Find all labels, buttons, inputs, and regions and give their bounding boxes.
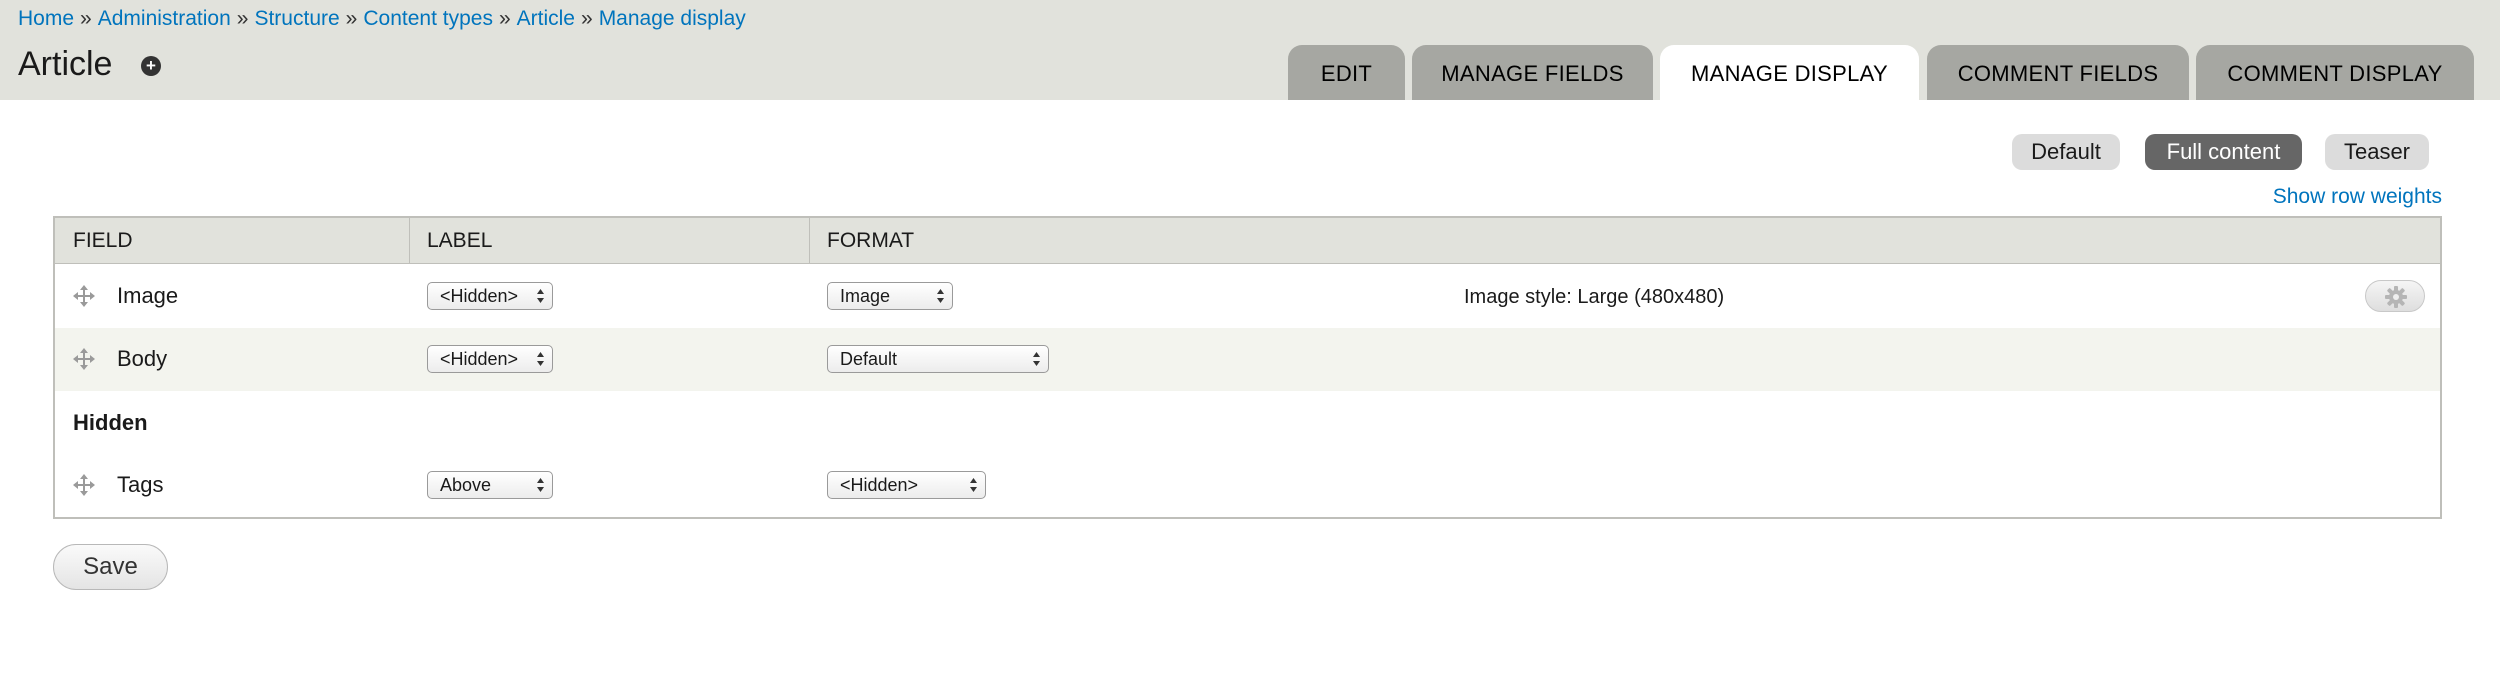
field-name: Body (117, 346, 168, 371)
label-select[interactable]: Above (427, 471, 553, 499)
tab-comment-display[interactable]: COMMENT DISPLAY (2196, 45, 2474, 100)
field-name: Tags (117, 472, 164, 497)
select-value: <Hidden> (440, 286, 519, 306)
breadcrumb-separator: » (498, 7, 511, 30)
select-value: Default (840, 349, 898, 369)
breadcrumb-separator: » (80, 7, 92, 30)
tab-edit[interactable]: EDIT (1288, 45, 1405, 100)
drag-handle-icon[interactable] (73, 348, 95, 370)
breadcrumb-separator: » (345, 7, 358, 30)
select-value: <Hidden> (440, 349, 519, 369)
format-select[interactable]: Default (827, 345, 1049, 373)
page-header: Home» Administration» Structure» Content ty… (0, 0, 2500, 100)
select-arrows-icon (537, 478, 544, 492)
select-value: <Hidden> (840, 475, 919, 495)
breadcrumb-administration[interactable]: Administration (98, 7, 231, 30)
select-value: Above (440, 475, 492, 495)
gear-icon (2385, 286, 2407, 308)
view-mode-teaser[interactable]: Teaser (2325, 134, 2429, 170)
breadcrumb: Home» Administration» Structure» Content ty… (18, 7, 746, 31)
drag-handle-icon[interactable] (73, 285, 95, 307)
select-arrows-icon (537, 289, 544, 303)
column-header-field: FIELD (73, 229, 133, 252)
column-divider (409, 218, 410, 264)
drag-handle-icon[interactable] (73, 474, 95, 496)
view-mode-default[interactable]: Default (2012, 134, 2120, 170)
breadcrumb-article[interactable]: Article (517, 7, 575, 30)
breadcrumb-home[interactable]: Home (18, 7, 74, 30)
select-value: Image (840, 286, 891, 306)
select-arrows-icon (970, 478, 977, 492)
breadcrumb-separator: » (236, 7, 249, 30)
table-row: Image <Hidden> Image Image style: Large … (55, 265, 2440, 328)
select-arrows-icon (937, 289, 944, 303)
page-title: Article (18, 45, 113, 83)
region-row-hidden: Hidden (55, 391, 2440, 454)
region-title-hidden: Hidden (73, 410, 148, 435)
column-header-label: LABEL (427, 229, 493, 252)
format-summary: Image style: Large (480x480) (1464, 286, 1725, 308)
breadcrumb-structure[interactable]: Structure (254, 7, 339, 30)
tab-manage-fields[interactable]: MANAGE FIELDS (1412, 45, 1653, 100)
breadcrumb-separator: » (581, 7, 593, 30)
format-select[interactable]: <Hidden> (827, 471, 986, 499)
plus-circle-icon[interactable]: + (141, 56, 161, 76)
select-arrows-icon (537, 352, 544, 366)
label-select[interactable]: <Hidden> (427, 345, 553, 373)
tab-comment-fields[interactable]: COMMENT FIELDS (1927, 45, 2189, 100)
table-header: FIELD LABEL FORMAT (55, 218, 2440, 264)
format-select[interactable]: Image (827, 282, 953, 310)
show-row-weights-link[interactable]: Show row weights (2273, 185, 2442, 209)
field-display-table: FIELD LABEL FORMAT Image <Hidden> Image … (53, 216, 2442, 519)
select-arrows-icon (1033, 352, 1040, 366)
table-row: Tags Above <Hidden> (55, 454, 2440, 517)
save-button[interactable]: Save (53, 544, 168, 590)
table-row: Body <Hidden> Default (55, 328, 2440, 391)
label-select[interactable]: <Hidden> (427, 282, 553, 310)
column-header-format: FORMAT (827, 229, 915, 252)
breadcrumb-manage-display[interactable]: Manage display (599, 7, 746, 30)
view-mode-full-content[interactable]: Full content (2145, 134, 2302, 170)
tab-manage-display[interactable]: MANAGE DISPLAY (1660, 45, 1919, 100)
format-settings-button[interactable] (2365, 280, 2425, 312)
column-divider (809, 218, 810, 264)
field-name: Image (117, 283, 179, 308)
breadcrumb-content-types[interactable]: Content types (363, 7, 493, 30)
